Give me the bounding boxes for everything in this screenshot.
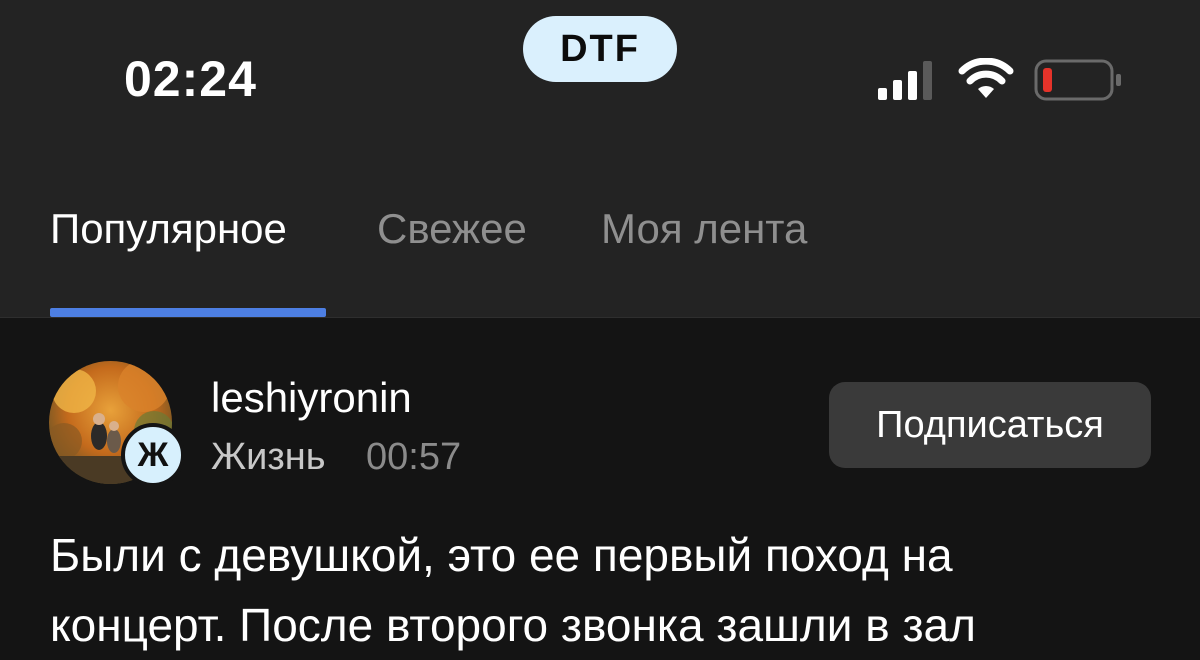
tab-my-feed[interactable]: Моя лента (601, 205, 807, 253)
post-text-line: Были с девушкой, это ее первый поход на (50, 529, 953, 581)
subsite-badge-letter: Ж (137, 435, 169, 474)
status-time: 02:24 (124, 51, 257, 107)
wifi-icon (958, 58, 1014, 98)
post-text: Были с девушкой, это ее первый поход на … (50, 520, 1160, 660)
battery-low-icon (1034, 59, 1121, 101)
cellular-signal-icon (878, 61, 932, 100)
subscribe-button-label: Подписаться (876, 403, 1104, 446)
post-time: 00:57 (366, 436, 462, 478)
dtf-logo[interactable]: DTF (523, 16, 677, 82)
active-tab-indicator (50, 308, 326, 317)
post-text-line: концерт. После второго звонка зашли в за… (50, 599, 976, 651)
tab-popular[interactable]: Популярное (50, 205, 287, 253)
subscribe-button[interactable]: Подписаться (829, 382, 1151, 468)
dtf-logo-text: DTF (560, 27, 640, 70)
tab-fresh[interactable]: Свежее (377, 205, 527, 253)
top-bar: 02:24 DTF (0, 0, 1200, 317)
subsite-name[interactable]: Жизнь (211, 436, 326, 479)
subsite-badge[interactable]: Ж (121, 423, 185, 487)
author-name[interactable]: leshiyronin (211, 374, 412, 422)
header-divider (0, 317, 1200, 318)
